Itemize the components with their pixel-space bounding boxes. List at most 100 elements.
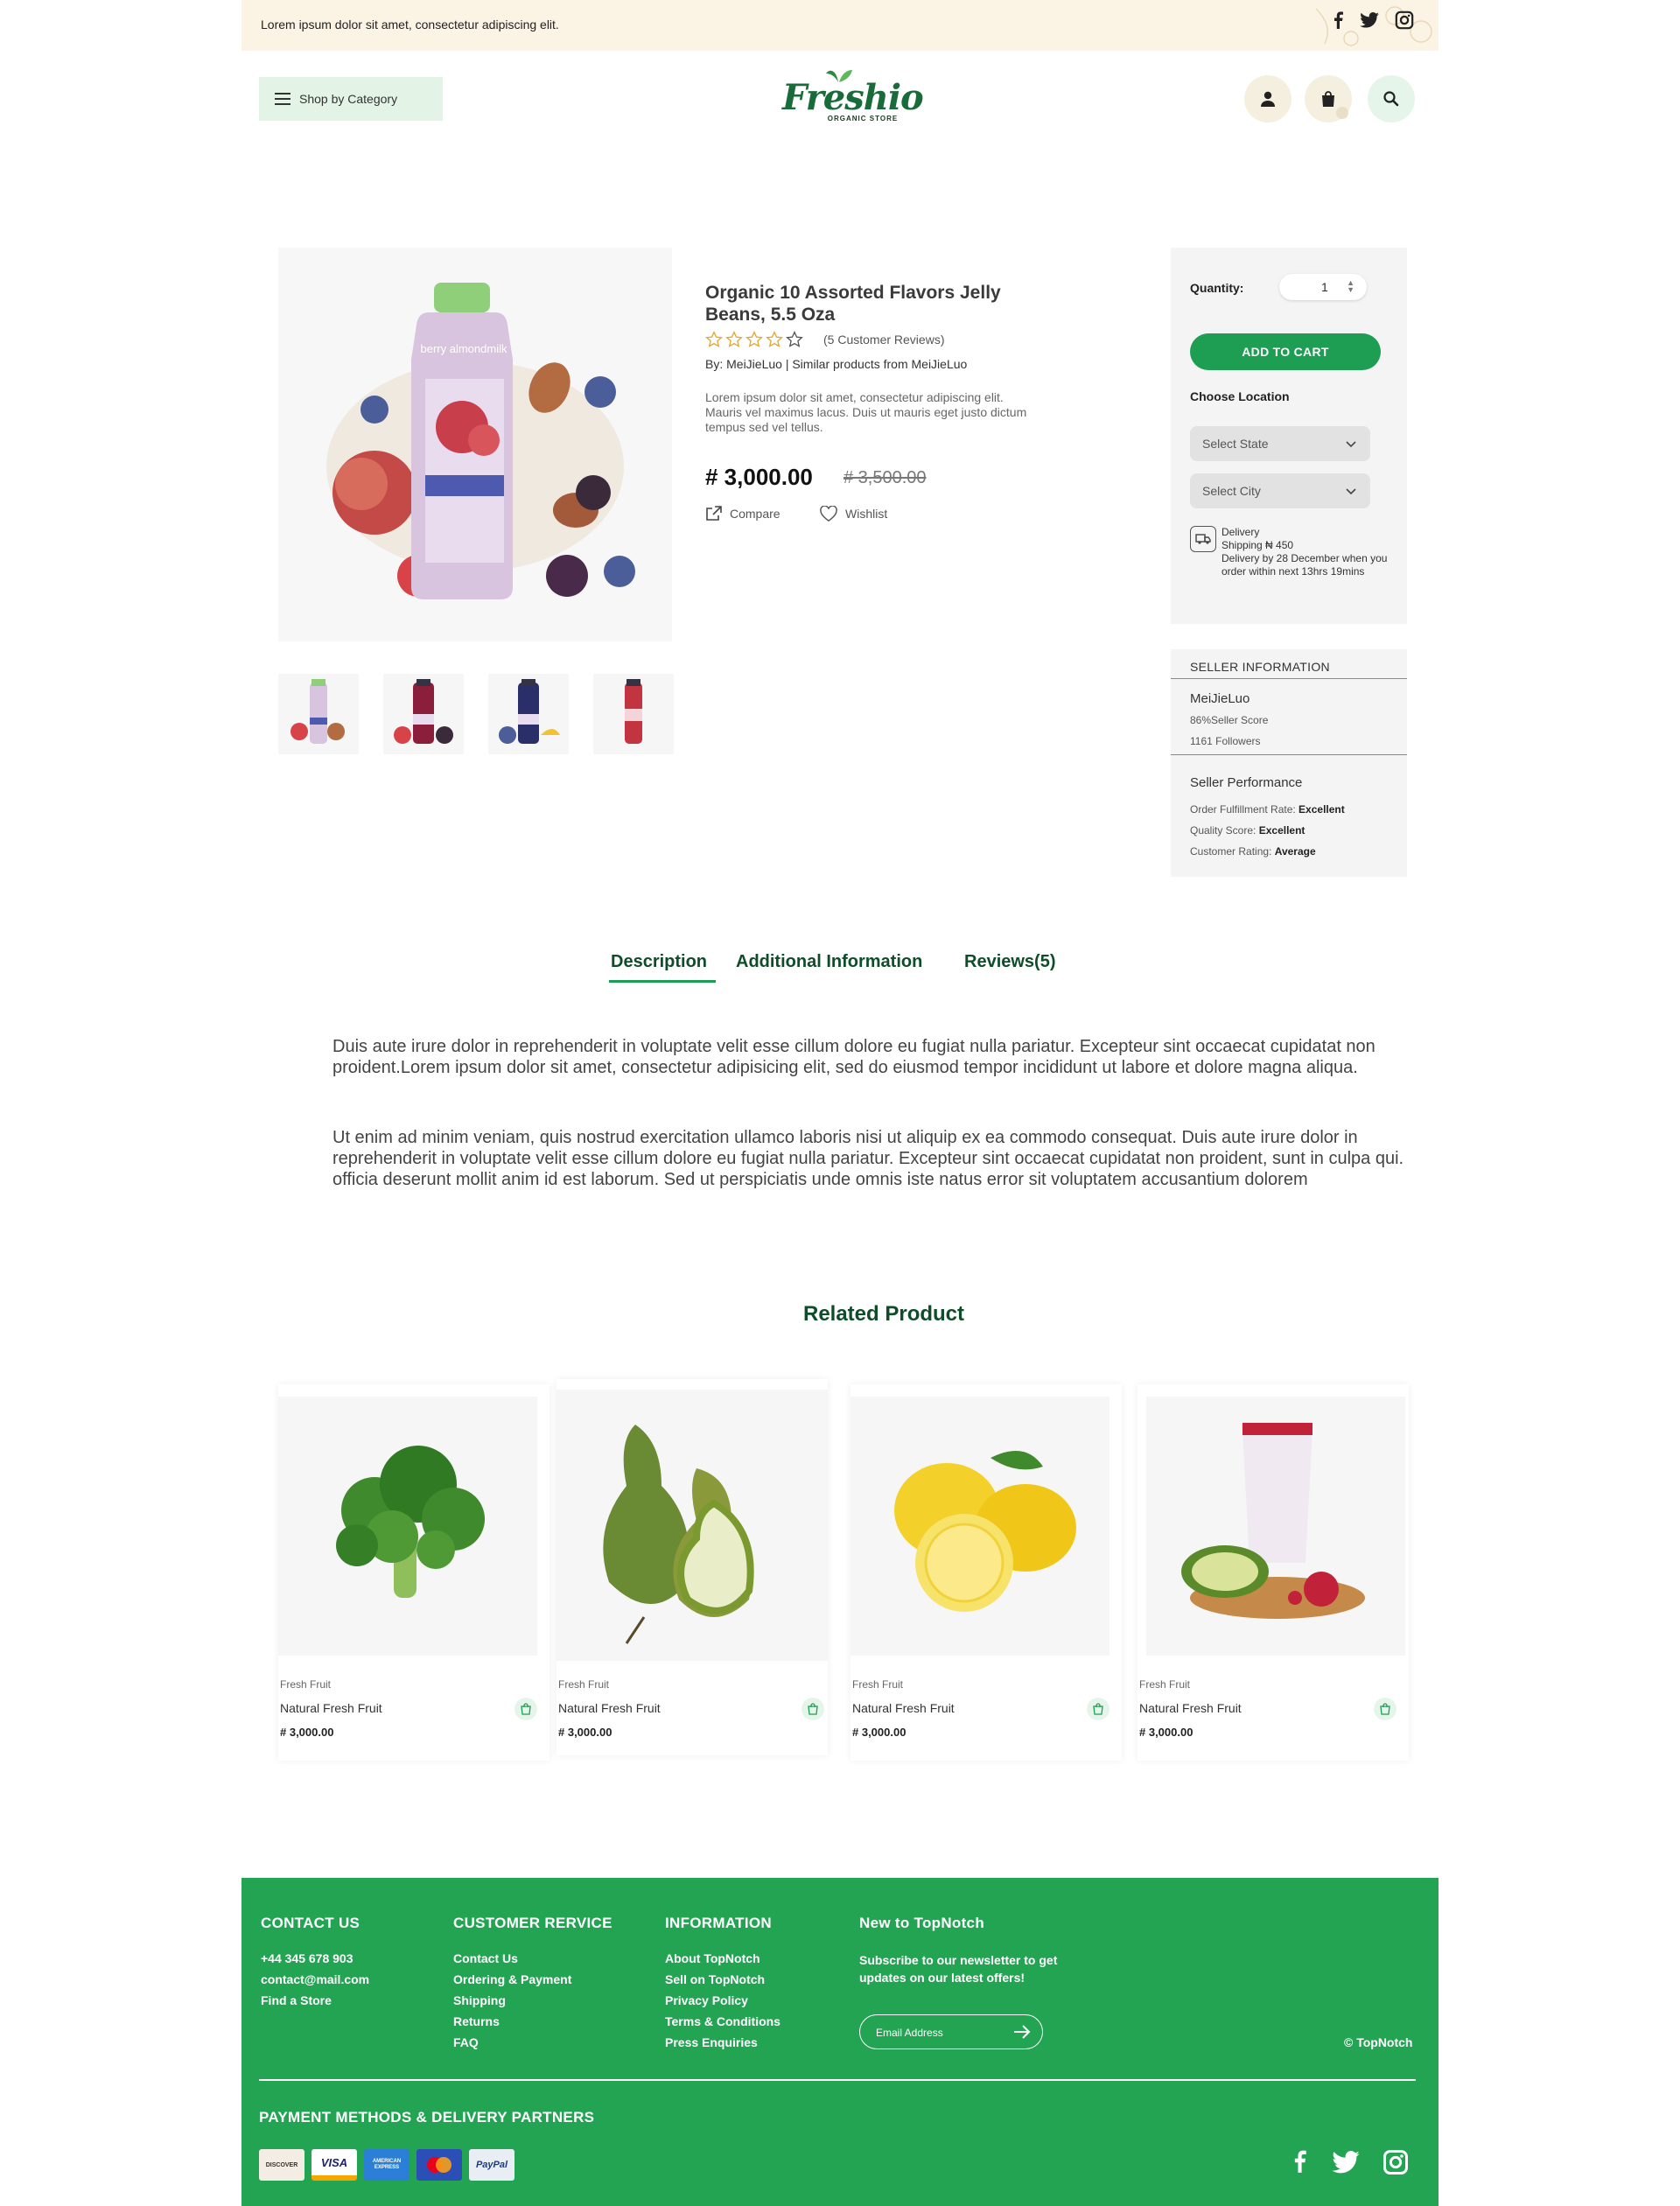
visa-card-icon: VISA [312,2149,357,2181]
product-thumbnail-1[interactable] [278,674,359,754]
mastercard-icon: mastercard [416,2149,462,2181]
add-to-cart-button[interactable]: ADD TO CART [1190,333,1381,370]
quantity-label: Quantity: [1190,281,1244,295]
footer-contact-heading: CONTACT US [261,1915,360,1931]
product-thumbnail-4[interactable] [593,674,674,754]
footer-link-terms[interactable]: Terms & Conditions [665,2014,780,2028]
footer-link-privacy[interactable]: Privacy Policy [665,1993,748,2007]
product-main-image[interactable]: berry almondmilk [278,248,672,641]
site-footer: CONTACT US +44 345 678 903 contact@mail.… [242,1878,1438,2206]
account-button[interactable] [1244,75,1292,123]
tab-description[interactable]: Description [611,952,707,972]
add-to-bag-button[interactable] [514,1698,537,1720]
footer-link-press[interactable]: Press Enquiries [665,2035,758,2049]
newsletter-email-input[interactable]: Email Address [859,2014,1043,2049]
instagram-icon[interactable] [1395,11,1414,30]
compare-button[interactable]: Compare [705,506,780,522]
product-card-price: # 3,000.00 [852,1726,906,1739]
product-card-price: # 3,000.00 [280,1726,334,1739]
footer-twitter-icon[interactable] [1332,2151,1360,2174]
footer-email[interactable]: contact@mail.com [261,1972,369,1986]
wishlist-button[interactable]: Wishlist [819,506,887,522]
footer-link-contact-us[interactable]: Contact Us [453,1951,518,1965]
tab-reviews[interactable]: Reviews(5) [964,952,1056,972]
product-card[interactable]: Fresh Fruit Natural Fresh Fruit # 3,000.… [278,1384,550,1761]
product-card[interactable]: Fresh Fruit Natural Fresh Fruit # 3,000.… [1138,1384,1409,1761]
quality-value: Excellent [1258,824,1306,837]
site-logo[interactable]: Freshio ORGANIC STORE [782,65,924,135]
seller-name[interactable]: MeiJieLuo [1190,691,1250,706]
footer-link-returns[interactable]: Returns [453,2014,500,2028]
footer-phone[interactable]: +44 345 678 903 [261,1951,354,1965]
shopping-bag-icon [1322,91,1334,107]
wishlist-label: Wishlist [845,507,888,521]
delivery-title: Delivery [1222,526,1260,538]
product-card-category: Fresh Fruit [1139,1678,1191,1691]
footer-instagram-icon[interactable] [1382,2149,1409,2175]
select-city-dropdown[interactable]: Select City [1190,473,1370,508]
product-card[interactable]: Fresh Fruit Natural Fresh Fruit # 3,000.… [556,1379,828,1755]
footer-link-ordering-payment[interactable]: Ordering & Payment [453,1972,571,1986]
product-card-name[interactable]: Natural Fresh Fruit [852,1701,955,1715]
tab-additional-information[interactable]: Additional Information [736,952,922,972]
fulfillment-rate: Order Fulfillment Rate: Excellent [1190,803,1345,816]
product-card[interactable]: Fresh Fruit Natural Fresh Fruit # 3,000.… [850,1384,1122,1761]
product-thumbnail-3[interactable] [488,674,569,754]
thumbnail-image-3 [499,679,560,744]
add-to-bag-button[interactable] [1374,1698,1396,1720]
amex-card-icon: AMERICAN EXPRESS [364,2149,410,2181]
add-to-bag-button[interactable] [802,1698,824,1720]
arrow-right-icon[interactable] [1012,2024,1032,2040]
product-card-price: # 3,000.00 [558,1726,612,1739]
footer-link-about[interactable]: About TopNotch [665,1951,760,1965]
stepper-arrows-icon[interactable]: ▲ ▼ [1347,279,1354,294]
leaf-logo-icon [826,70,852,82]
chevron-down-icon [1346,488,1356,495]
payment-methods-heading: PAYMENT METHODS & DELIVERY PARTNERS [259,2109,595,2125]
product-card-name[interactable]: Natural Fresh Fruit [280,1701,382,1715]
star-icon [786,331,803,347]
footer-link-faq[interactable]: FAQ [453,2035,479,2049]
bottle-label-text: berry almondmilk [421,342,508,355]
compare-label: Compare [730,507,780,521]
star-icon [705,331,723,347]
pears-image [603,1425,754,1644]
search-button[interactable] [1368,75,1415,123]
chevron-down-icon [1346,441,1356,448]
footer-find-store[interactable]: Find a Store [261,1993,332,2007]
delivery-truck-icon [1190,526,1216,552]
top-bar-message: Lorem ipsum dolor sit amet, consectetur … [261,18,559,32]
footer-divider [259,2079,1416,2081]
select-state-dropdown[interactable]: Select State [1190,426,1370,461]
footer-link-shipping[interactable]: Shipping [453,1993,506,2007]
delivery-text: Delivery Shipping ₦ 450 Delivery by 28 D… [1222,526,1393,578]
footer-link-sell[interactable]: Sell on TopNotch [665,1972,765,1986]
quantity-stepper[interactable]: 1 ▲ ▼ [1279,274,1367,300]
share-compare-icon [706,506,722,521]
twitter-icon[interactable] [1360,12,1379,28]
product-vendor[interactable]: By: MeiJieLuo | Similar products from Me… [705,357,967,371]
related-products-title: Related Product [802,1302,965,1326]
page: Lorem ipsum dolor sit amet, consectetur … [242,0,1438,2206]
rating-label: Customer Rating: [1190,845,1272,858]
cart-count-badge: 0 [1336,107,1348,119]
thumbnail-image-2 [394,679,453,744]
product-card-category: Fresh Fruit [280,1678,332,1691]
footer-facebook-icon[interactable] [1292,2149,1307,2174]
shopping-bag-icon [521,1703,531,1715]
shop-by-category-button[interactable]: Shop by Category [259,77,443,121]
delivery-shipping: Shipping ₦ 450 [1222,539,1294,551]
product-card-image [556,1390,828,1661]
customer-reviews-link[interactable]: (5 Customer Reviews) [823,333,944,347]
product-thumbnail-2[interactable] [383,674,464,754]
thumbnail-image-4 [625,679,642,744]
facebook-icon[interactable] [1332,11,1344,29]
add-to-bag-button[interactable] [1087,1698,1110,1720]
cart-button[interactable]: 0 [1305,75,1352,123]
product-card-name[interactable]: Natural Fresh Fruit [558,1701,661,1715]
product-card-name[interactable]: Natural Fresh Fruit [1139,1701,1242,1715]
product-old-price: # 3,500.00 [844,468,927,487]
footer-copyright: © TopNotch [1344,2035,1413,2049]
select-city-value: Select City [1202,484,1261,498]
product-card-image [1146,1397,1405,1656]
